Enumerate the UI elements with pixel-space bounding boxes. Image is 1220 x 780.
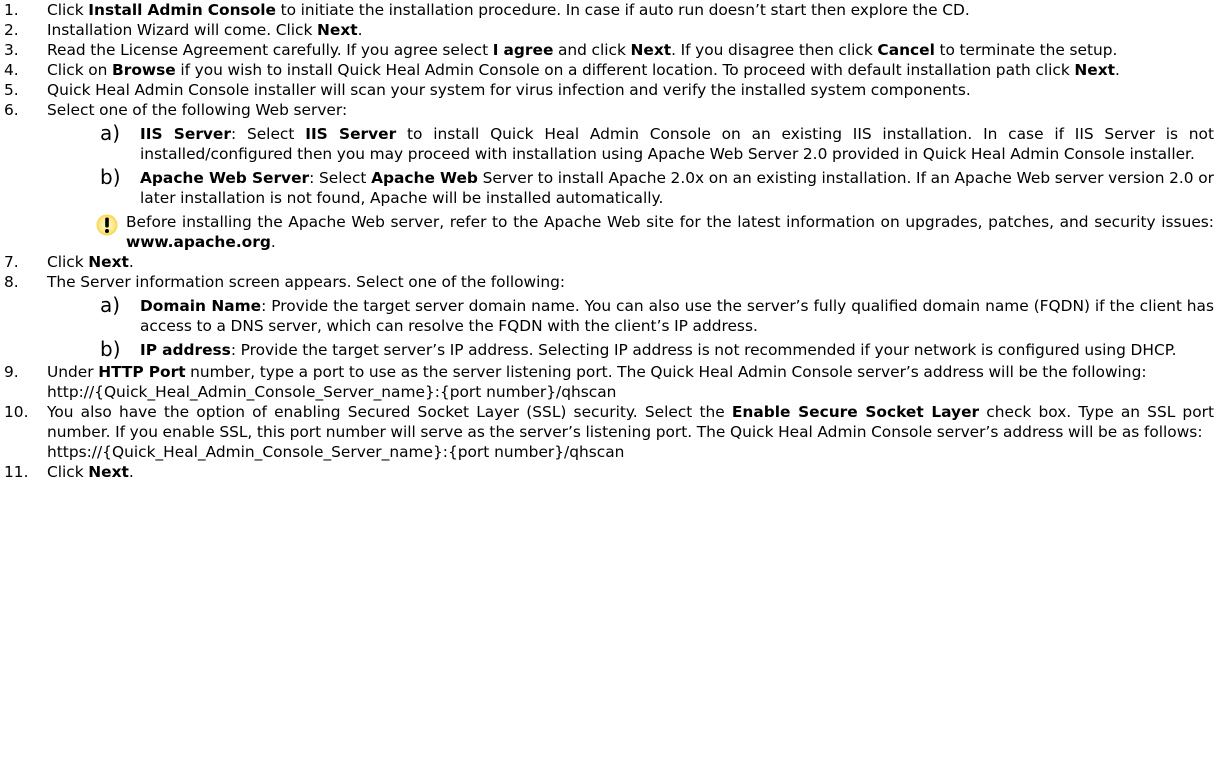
bold-term: Cancel (877, 41, 935, 59)
bold-term: Next (630, 41, 672, 59)
text-run: Click (47, 253, 89, 271)
text-run: Installation Wizard will come. Click (47, 21, 318, 39)
warning-note: Before installing the Apache Web server,… (0, 212, 1220, 252)
sub-item-letter: b) (100, 165, 121, 189)
sub-item: a) IIS Server: Select IIS Server to insta… (0, 121, 1220, 164)
bold-term: Domain Name (140, 297, 262, 315)
bold-term: Install Admin Console (88, 1, 276, 19)
text-run: . (270, 233, 276, 251)
bold-term: IIS Server (140, 125, 231, 143)
bold-term: I agree (492, 41, 554, 59)
text-run: Quick Heal Admin Console installer will … (47, 81, 971, 99)
sub-item-letter: b) (100, 337, 121, 361)
step-number: 10. (4, 403, 29, 421)
step-number: 3. (4, 41, 19, 59)
installation-steps-document: 1. Click Install Admin Console to initiat… (0, 0, 1220, 482)
warning-exclamation-icon (96, 214, 118, 236)
text-run: : Select (230, 125, 306, 143)
step-text: Click Install Admin Console to initiate … (47, 0, 1214, 20)
step-text: Under HTTP Port number, type a port to u… (47, 362, 1214, 382)
step-item: 11. Click Next. (0, 462, 1220, 482)
text-run: Click (47, 463, 89, 481)
text-run: . (1114, 61, 1120, 79)
bold-term: HTTP Port (98, 363, 186, 381)
step-text: Click Next. (47, 252, 1214, 272)
step-text: You also have the option of enabling Sec… (47, 402, 1214, 442)
text-run: The Server information screen appears. S… (47, 273, 566, 291)
step-item: 3. Read the License Agreement carefully. … (0, 40, 1220, 60)
sub-item-text: Domain Name: Provide the target server d… (140, 297, 1214, 335)
sub-item-letter: a) (100, 293, 121, 317)
step-item: 4. Click on Browse if you wish to install… (0, 60, 1220, 80)
bold-term: Next (317, 21, 358, 39)
step-item: 6. Select one of the following Web server… (0, 100, 1220, 120)
step-number: 5. (4, 81, 19, 99)
bold-term: Next (88, 463, 129, 481)
step-text: Select one of the following Web server: (47, 100, 1214, 120)
step-text: Click Next. (47, 462, 1214, 482)
step-item: 5. Quick Heal Admin Console installer wil… (0, 80, 1220, 100)
step-number: 8. (4, 273, 19, 291)
step-text: Read the License Agreement carefully. If… (47, 40, 1214, 60)
text-run: . (128, 253, 134, 271)
text-run: and click (553, 41, 631, 59)
warning-note-text: Before installing the Apache Web server,… (126, 213, 1214, 251)
bold-term: Enable Secure Socket Layer (731, 403, 980, 421)
step-text: Quick Heal Admin Console installer will … (47, 80, 1214, 100)
sub-item: a) Domain Name: Provide the target server… (0, 293, 1220, 336)
text-run: to terminate the setup. (934, 41, 1118, 59)
bold-term: Next (1074, 61, 1115, 79)
text-run: : Provide the target server domain name.… (140, 297, 1214, 335)
step-number: 9. (4, 363, 19, 381)
step-item: 10. You also have the option of enabling … (0, 402, 1220, 442)
text-run: to initiate the installation procedure. … (276, 1, 970, 19)
text-run: . (128, 463, 134, 481)
step-text: Click on Browse if you wish to install Q… (47, 60, 1214, 80)
step-item: 9. Under HTTP Port number, type a port to… (0, 362, 1220, 382)
sub-item-letter: a) (100, 121, 121, 145)
step-item: 1. Click Install Admin Console to initiat… (0, 0, 1220, 20)
text-run: : Select (309, 169, 372, 187)
sub-item-text: IP address: Provide the target server’s … (140, 341, 1177, 359)
step-number: 4. (4, 61, 19, 79)
step-item: 8. The Server information screen appears.… (0, 272, 1220, 292)
step-item: 2. Installation Wizard will come. Click N… (0, 20, 1220, 40)
step-number: 2. (4, 21, 19, 39)
text-run: Click (47, 1, 89, 19)
step-number: 1. (4, 1, 19, 19)
text-run: . If you disagree then click (671, 41, 878, 59)
text-run: number, type a port to use as the server… (185, 363, 1147, 381)
sub-item-text: IIS Server: Select IIS Server to install… (140, 125, 1214, 163)
text-run: Click on (47, 61, 113, 79)
bold-term: Apache Web Server (140, 169, 310, 187)
step-number: 7. (4, 253, 19, 271)
bold-term: www.apache.org (126, 233, 271, 251)
step-text: Installation Wizard will come. Click Nex… (47, 20, 1214, 40)
text-run: You also have the option of enabling Sec… (47, 403, 732, 421)
step-item: 7. Click Next. (0, 252, 1220, 272)
step-number: 11. (4, 463, 29, 481)
server-address-url: https://{Quick_Heal_Admin_Console_Server… (47, 443, 625, 461)
sub-item: b) Apache Web Server: Select Apache Web S… (0, 165, 1220, 208)
bold-term: Next (88, 253, 129, 271)
text-run: Under (47, 363, 99, 381)
sub-item: b) IP address: Provide the target server’… (0, 337, 1220, 361)
text-run: : Provide the target server’s IP address… (230, 341, 1177, 359)
text-run: Select one of the following Web server: (47, 101, 348, 119)
server-address-url: http://{Quick_Heal_Admin_Console_Server_… (47, 383, 617, 401)
bold-term: IP address (140, 341, 231, 359)
text-run: . (357, 21, 363, 39)
bold-term: Apache Web (371, 169, 478, 187)
sub-item-text: Apache Web Server: Select Apache Web Ser… (140, 169, 1214, 207)
text-run: Before installing the Apache Web server,… (126, 213, 1214, 231)
step-text: The Server information screen appears. S… (47, 272, 1214, 292)
text-run: Read the License Agreement carefully. If… (47, 41, 493, 59)
text-run: if you wish to install Quick Heal Admin … (175, 61, 1075, 79)
step-number: 6. (4, 101, 19, 119)
bold-term: IIS Server (305, 125, 397, 143)
bold-term: Browse (112, 61, 176, 79)
